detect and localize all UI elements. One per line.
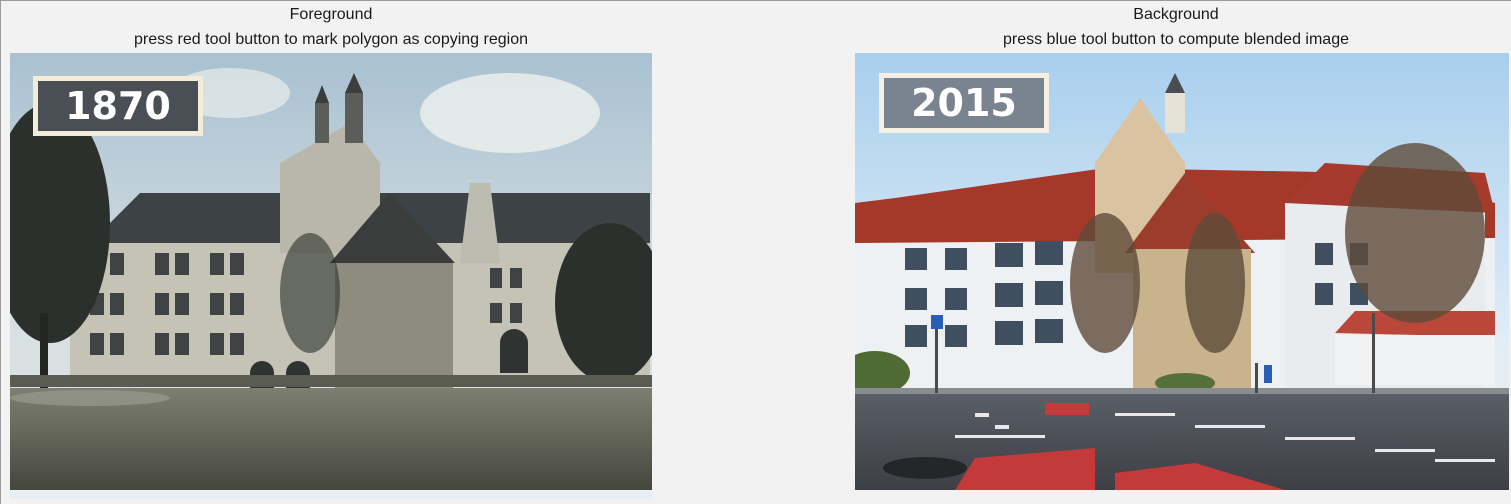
background-title: Background	[1133, 6, 1219, 23]
foreground-bottom-strip	[10, 491, 652, 499]
background-image[interactable]: 2015	[855, 53, 1509, 490]
foreground-image[interactable]: 1870	[10, 53, 652, 490]
background-instruction: press blue tool button to compute blende…	[1002, 31, 1349, 48]
foreground-instruction: press red tool button to mark polygon as…	[133, 31, 528, 48]
foreground-title: Foreground	[289, 6, 373, 23]
year-badge-2015: 2015	[879, 73, 1049, 133]
year-badge-1870: 1870	[33, 76, 203, 136]
